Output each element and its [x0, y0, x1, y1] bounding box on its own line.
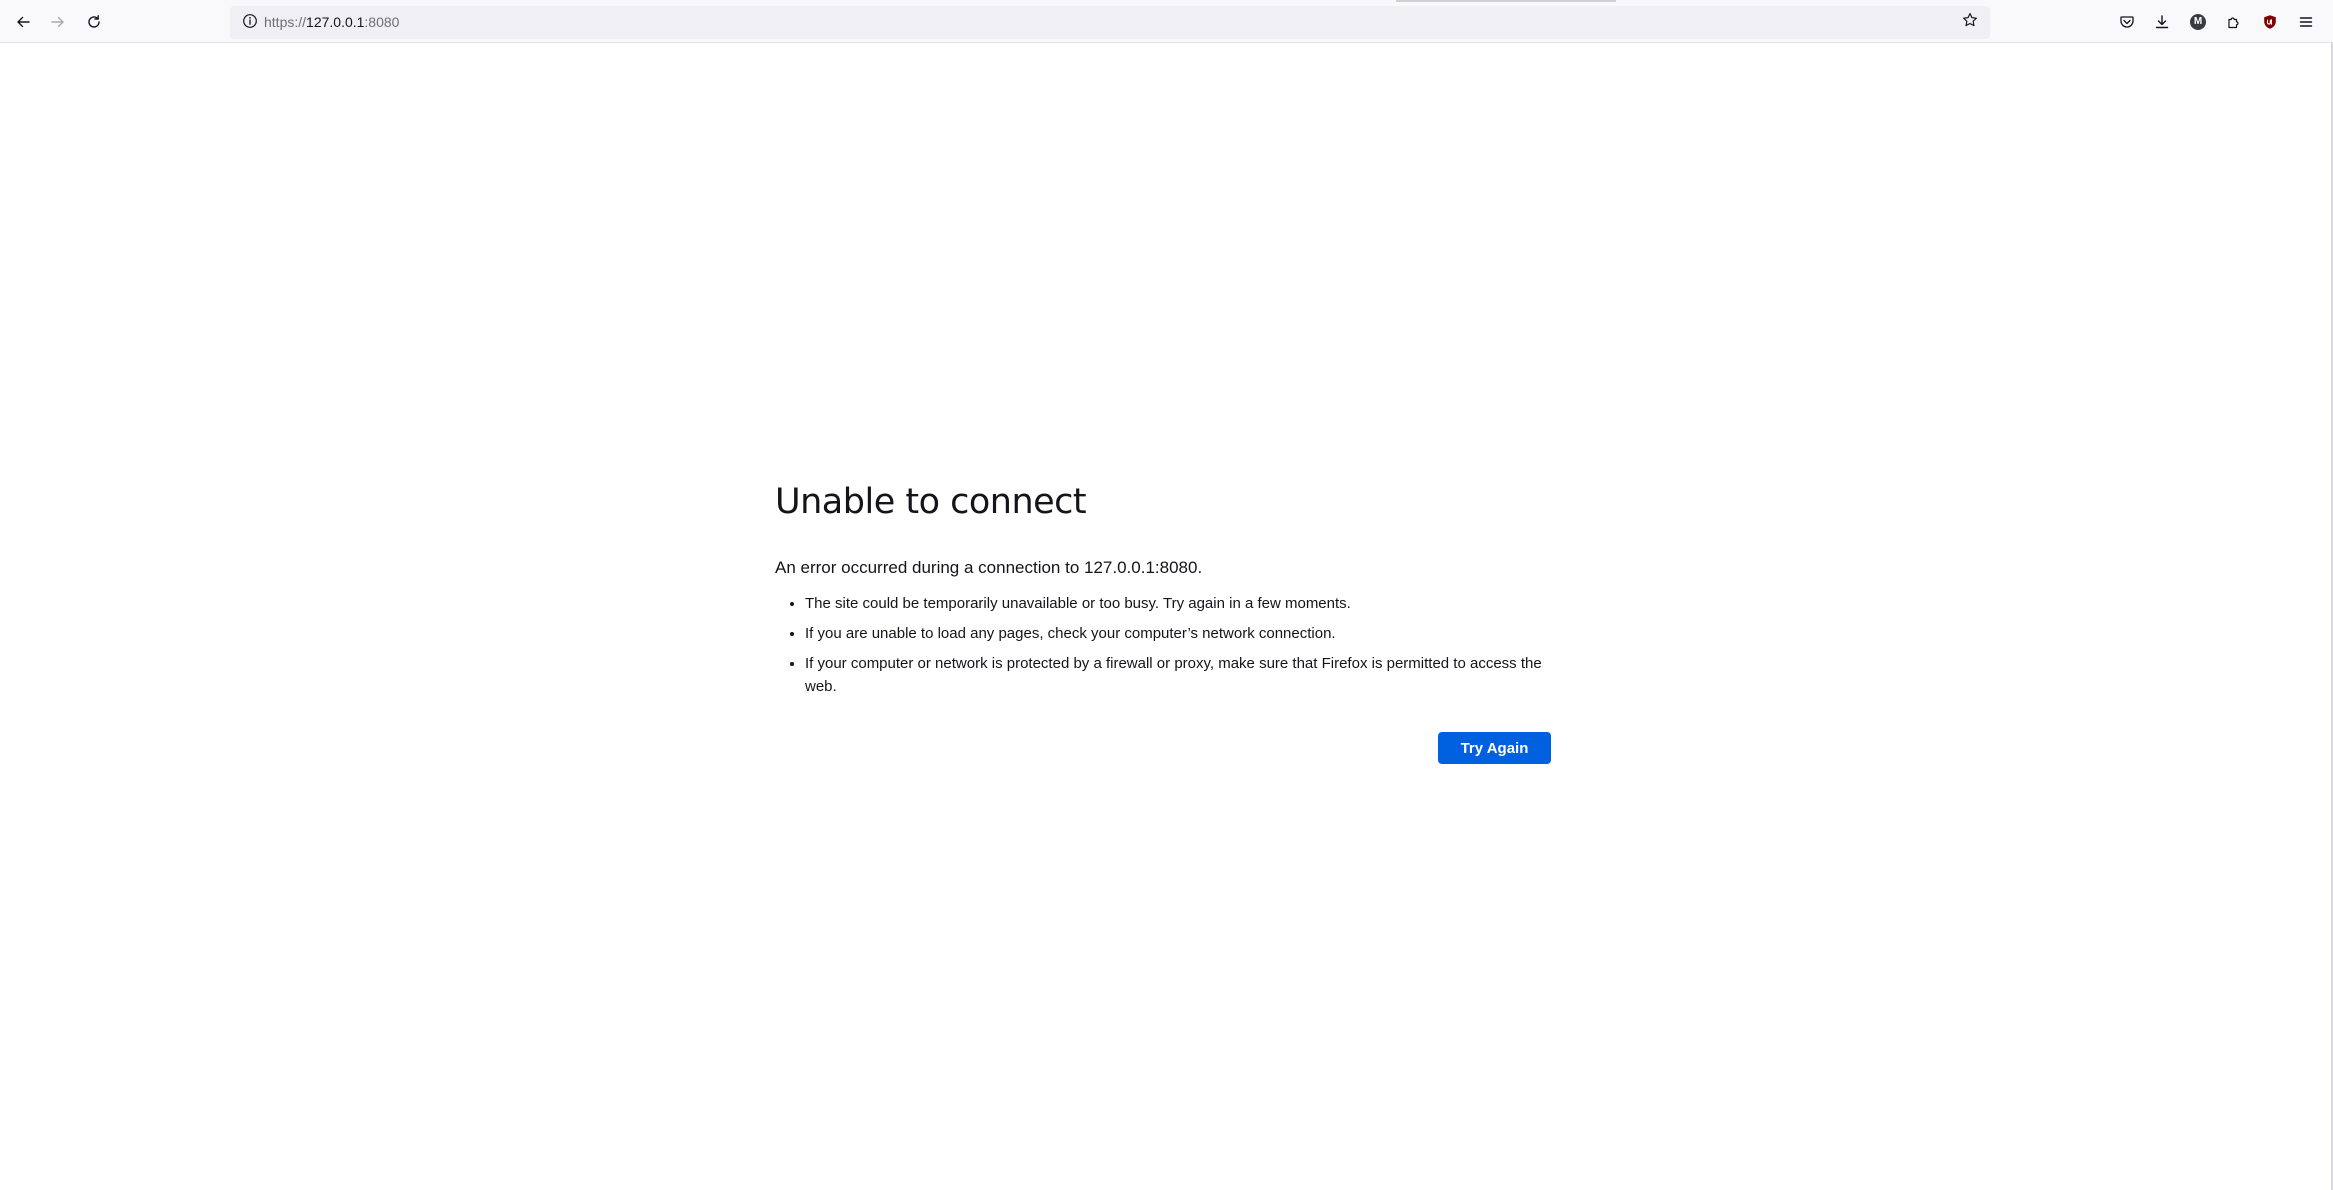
url-host: 127.0.0.1 [306, 14, 365, 30]
shield-icon [2262, 14, 2278, 30]
ublock-button[interactable] [2254, 6, 2286, 38]
tab-strip-indicator [1396, 0, 1616, 2]
try-again-button[interactable]: Try Again [1438, 732, 1551, 764]
star-icon [1962, 12, 1978, 33]
account-button[interactable]: M [2182, 6, 2214, 38]
url-text[interactable]: https://127.0.0.1:8080 [264, 6, 399, 39]
account-icon: M [2190, 14, 2206, 30]
hamburger-menu-icon [2298, 14, 2314, 30]
arrow-left-icon [15, 14, 31, 30]
button-row: Try Again [775, 732, 1551, 765]
reload-icon [86, 14, 102, 30]
page-title: Unable to connect [775, 482, 1087, 522]
bookmark-button[interactable] [1956, 8, 1984, 36]
reload-button[interactable] [78, 6, 110, 38]
url-port: :8080 [364, 14, 400, 30]
info-icon [242, 13, 258, 34]
puzzle-icon [2226, 14, 2242, 30]
download-icon [2154, 14, 2170, 30]
list-item: The site could be temporarily unavailabl… [805, 592, 1551, 615]
back-button[interactable] [7, 6, 39, 38]
downloads-button[interactable] [2146, 6, 2178, 38]
list-item: If you are unable to load any pages, che… [805, 622, 1551, 645]
list-item: If your computer or network is protected… [805, 652, 1551, 698]
extensions-button[interactable] [2218, 6, 2250, 38]
arrow-right-icon [50, 14, 66, 30]
error-description: An error occurred during a connection to… [775, 558, 1203, 577]
pocket-icon [2119, 14, 2135, 30]
site-info-button[interactable] [236, 9, 264, 37]
browser-window: https://127.0.0.1:8080 M Unable to conne… [0, 0, 2333, 1190]
pocket-button[interactable] [2111, 6, 2143, 38]
navigation-toolbar: https://127.0.0.1:8080 M [0, 0, 2333, 43]
error-page: Unable to connect An error occurred duri… [775, 478, 1551, 765]
address-bar[interactable]: https://127.0.0.1:8080 [230, 6, 1990, 39]
url-scheme: https:// [264, 14, 307, 30]
forward-button[interactable] [42, 6, 74, 38]
menu-button[interactable] [2290, 6, 2322, 38]
error-suggestions: The site could be temporarily unavailabl… [775, 592, 1551, 698]
